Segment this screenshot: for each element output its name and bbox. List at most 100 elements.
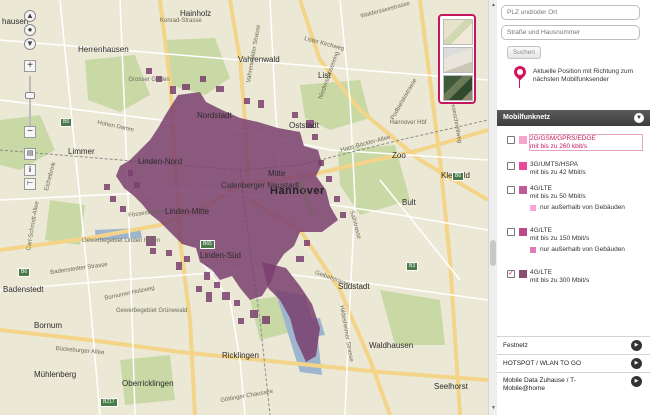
zoom-in-button[interactable]: +: [24, 60, 36, 72]
road-shield: B65: [200, 240, 215, 249]
layer-checkbox[interactable]: [507, 162, 515, 170]
pin-stem: [519, 77, 520, 88]
place-label: Seelhorst: [434, 382, 468, 391]
place-label: Vahrenwald: [238, 55, 280, 64]
section-row[interactable]: Mobile Data Zuhause / T-Mobile@home ▶: [497, 372, 650, 400]
layer-color-swatch: [519, 270, 527, 278]
place-label: Gewerbegebiet Grünewald: [116, 308, 188, 314]
network-layer-row[interactable]: 3G/UMTS/HSPA mit bis zu 42 Mbit/s: [507, 160, 643, 182]
place-label: Nordstadt: [197, 111, 232, 120]
section-row[interactable]: Festnetz ▶: [497, 336, 650, 354]
pan-down-button[interactable]: ▼: [24, 38, 36, 50]
layer-color-swatch: [519, 186, 527, 194]
layer-color-swatch: [519, 162, 527, 170]
layer-color-swatch: [519, 228, 527, 236]
place-label: Linden-Nord: [138, 157, 183, 166]
layer-speed: mit bis zu 150 Mbit/s: [530, 234, 590, 242]
layer-speed: mit bis zu 50 Mbit/s: [530, 192, 586, 200]
network-layer-row[interactable]: 4G/LTE mit bis zu 150 Mbit/s nur außerhalb…: [507, 226, 643, 266]
place-label: Mitte: [268, 169, 286, 178]
section-label: Mobile Data Zuhause / T-Mobile@home: [503, 377, 576, 392]
street-input[interactable]: [501, 25, 640, 40]
layer-checkbox[interactable]: [507, 228, 515, 236]
zoom-slider-handle[interactable]: [25, 91, 35, 99]
sidebar: Suchen Aktuelle Position mit Richtung zu…: [497, 0, 650, 415]
street-label: Konrad-Strasse: [160, 18, 202, 24]
zoom-out-button[interactable]: −: [24, 126, 36, 138]
search-button[interactable]: Suchen: [507, 46, 541, 59]
print-icon[interactable]: ▤: [24, 148, 36, 160]
network-layer-row[interactable]: ✓ 4G/LTE mit bis zu 300 Mbit/s: [507, 268, 643, 290]
place-label: Mühlenberg: [34, 370, 77, 379]
place-label: Ricklingen: [222, 351, 259, 360]
place-label: Bornum: [34, 321, 63, 330]
place-label: Hainholz: [180, 9, 212, 18]
chevron-right-icon[interactable]: ▶: [631, 358, 642, 369]
place-label: Waldhausen: [369, 341, 414, 350]
place-label: Badenstedt: [3, 285, 44, 294]
place-label: Oberricklingen: [122, 379, 174, 388]
layer-speed: mit bis zu 42 Mbit/s: [530, 168, 586, 176]
network-layer-row[interactable]: 4G/LTE mit bis zu 50 Mbit/s nur außerhalb …: [507, 184, 643, 224]
outdoor-only-swatch: [530, 247, 536, 253]
scroll-up-icon[interactable]: ▲: [490, 2, 497, 9]
layer-thumb-satellite[interactable]: [443, 75, 473, 101]
place-label: Linden-Süd: [200, 251, 241, 260]
scrollbar-thumb[interactable]: [490, 240, 496, 266]
outdoor-only-label: nur außerhalb von Gebäuden: [540, 246, 625, 253]
coverage-map[interactable]: hausen Hainholz Herrenhausen Vahrenwald List…: [0, 0, 488, 415]
info-icon[interactable]: i: [24, 164, 36, 176]
layer-checkbox[interactable]: ✓: [507, 270, 515, 278]
layer-color-swatch: [519, 136, 527, 144]
layer-label: 3G/UMTS/HSPA: [530, 161, 578, 168]
layer-text: 2G/GSM/GPRS/EDGE mit bis zu 260 kbit/s: [529, 134, 643, 151]
road-shield: B6: [452, 172, 465, 181]
layer-text: 4G/LTE mit bis zu 300 Mbit/s: [530, 269, 642, 284]
layer-label: 4G/LTE: [530, 185, 552, 192]
layer-speed: mit bis zu 260 kbit/s: [530, 142, 588, 150]
postal-code-input[interactable]: [501, 5, 640, 20]
place-label: Calenberger Neustadt: [221, 181, 300, 190]
place-label: Grosser Garten: [128, 77, 170, 83]
place-label: Linden-Mitte: [165, 207, 210, 216]
location-pin-icon: [511, 63, 529, 81]
zoom-slider-track[interactable]: [29, 76, 31, 126]
chevron-right-icon[interactable]: ▶: [631, 340, 642, 351]
measure-icon[interactable]: ⊢: [24, 178, 36, 190]
place-label: Hannover Hbf: [389, 120, 427, 126]
pan-up-button[interactable]: ▲: [24, 10, 36, 22]
section-label: HOTSPOT / WLAN TO GO: [503, 360, 582, 367]
location-description: Aktuelle Position mit Richtung zum nächs…: [533, 68, 634, 83]
scroll-down-icon[interactable]: ▼: [490, 405, 497, 412]
outdoor-only-label: nur außerhalb von Gebäuden: [540, 204, 625, 211]
layer-text: 4G/LTE mit bis zu 50 Mbit/s: [530, 185, 642, 200]
place-label: Bult: [402, 198, 416, 207]
layer-label: 2G/GSM/GPRS/EDGE: [530, 135, 596, 142]
sidebar-scrollbar[interactable]: ▲ ▼: [488, 0, 497, 415]
road-shield: B6: [18, 268, 31, 277]
pan-center-button[interactable]: ●: [24, 24, 36, 36]
layer-checkbox[interactable]: [507, 186, 515, 194]
coverage-map-app: hausen Hainholz Herrenhausen Vahrenwald List…: [0, 0, 650, 415]
road-shield: B217: [100, 398, 118, 407]
layer-thumb-terrain[interactable]: [443, 47, 473, 73]
layer-checkbox[interactable]: [507, 136, 515, 144]
outdoor-only-swatch: [530, 205, 536, 211]
road-shield: B6: [60, 118, 73, 127]
place-label: Gewerbegebiet Linden Hafen: [82, 238, 161, 244]
place-label: Herrenhausen: [78, 45, 129, 54]
chevron-right-icon[interactable]: ▶: [631, 376, 642, 387]
network-layer-row[interactable]: 2G/GSM/GPRS/EDGE mit bis zu 260 kbit/s: [507, 134, 643, 156]
mobile-network-header[interactable]: Mobilfunknetz ▼: [497, 110, 650, 126]
place-label: Zoo: [392, 151, 406, 160]
layer-switcher: [438, 14, 476, 104]
section-row[interactable]: HOTSPOT / WLAN TO GO ▶: [497, 354, 650, 372]
layer-thumb-map[interactable]: [443, 19, 473, 45]
place-label: Oststadt: [289, 121, 319, 130]
layer-label: 4G/LTE: [530, 269, 552, 276]
road-shield: B3: [406, 262, 419, 271]
layer-label: 4G/LTE: [530, 227, 552, 234]
chevron-down-icon[interactable]: ▼: [634, 113, 644, 123]
mobile-network-title: Mobilfunknetz: [503, 114, 551, 121]
layer-text: 3G/UMTS/HSPA mit bis zu 42 Mbit/s: [530, 161, 642, 176]
